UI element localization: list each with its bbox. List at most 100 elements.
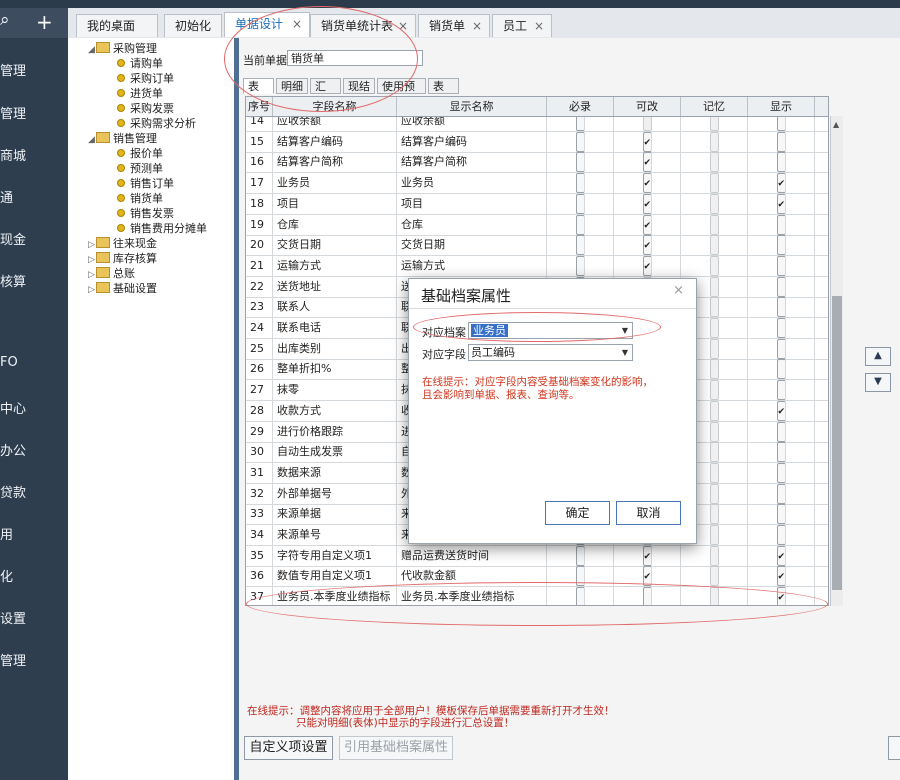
show-checkbox[interactable]: ✔ [776, 545, 786, 566]
mem-checkbox[interactable] [709, 380, 719, 401]
scroll-thumb[interactable] [832, 296, 842, 590]
show-checkbox[interactable] [776, 152, 786, 173]
nav-item[interactable]: 管理 [0, 60, 26, 79]
show-checkbox[interactable] [776, 276, 786, 297]
show-checkbox[interactable] [776, 255, 786, 276]
table-row[interactable]: 19 仓库 仓库 ✔ [246, 214, 828, 236]
column-header[interactable]: 可改 [614, 97, 681, 116]
show-checkbox[interactable]: ✔ [776, 566, 786, 587]
column-header[interactable]: 显示名称 [397, 97, 547, 116]
table-row[interactable]: 16 结算客户简称 结算客户简称 ✔ [246, 152, 828, 174]
req-checkbox[interactable] [575, 214, 585, 235]
field-select[interactable]: 员工编码 ▼ [468, 344, 633, 361]
show-checkbox[interactable] [776, 318, 786, 338]
nav-item[interactable]: 管理 [0, 103, 26, 122]
scroll-up-icon[interactable]: ▲ [833, 120, 839, 129]
show-checkbox[interactable] [776, 483, 786, 504]
close-icon[interactable]: × [534, 15, 544, 37]
move-down-button[interactable]: ▼ [865, 373, 891, 392]
req-checkbox[interactable] [575, 545, 585, 566]
column-header[interactable]: 必录 [547, 97, 614, 116]
tree-item[interactable]: 采购订单 [117, 72, 174, 86]
edit-checkbox[interactable]: ✔ [642, 193, 652, 214]
tree-item[interactable]: 销售订单 [117, 177, 174, 191]
show-checkbox[interactable] [776, 462, 786, 483]
mem-checkbox[interactable] [709, 421, 719, 442]
edit-checkbox[interactable]: ✔ [642, 131, 652, 152]
req-checkbox[interactable] [575, 173, 585, 194]
show-checkbox[interactable] [776, 421, 786, 442]
edge-button[interactable] [888, 736, 900, 760]
ok-button[interactable]: 确定 [545, 501, 610, 525]
tree-item[interactable]: 报价单 [117, 147, 163, 161]
reference-archive-attr-button[interactable]: 引用基础档案属性 [339, 736, 453, 760]
edit-checkbox[interactable]: ✔ [642, 214, 652, 235]
mem-checkbox[interactable] [709, 566, 719, 587]
show-checkbox[interactable] [776, 338, 786, 359]
show-checkbox[interactable] [776, 442, 786, 463]
table-row[interactable]: 20 交货日期 交货日期 ✔ [246, 235, 828, 257]
nav-item[interactable]: 管理 [0, 650, 26, 669]
mem-checkbox[interactable] [709, 318, 719, 338]
show-checkbox[interactable] [776, 235, 786, 256]
expand-icon[interactable]: ▷ [88, 283, 96, 297]
table-row[interactable]: 21 运输方式 运输方式 ✔ [246, 255, 828, 277]
nav-item[interactable]: 商城 [0, 145, 26, 164]
close-icon[interactable]: × [472, 15, 482, 37]
show-checkbox[interactable]: ✔ [776, 173, 786, 194]
mem-checkbox[interactable] [709, 173, 719, 194]
tree-item[interactable]: 销售费用分摊单 [117, 222, 207, 236]
tab-4[interactable]: 销货单 × [418, 14, 490, 37]
close-icon[interactable]: × [673, 283, 684, 298]
mem-checkbox[interactable] [709, 255, 719, 276]
mem-checkbox[interactable] [709, 400, 719, 421]
mem-checkbox[interactable] [709, 276, 719, 297]
table-row[interactable]: 18 项目 项目 ✔ ✔ [246, 193, 828, 215]
expand-icon[interactable]: ▷ [88, 253, 96, 267]
nav-item[interactable]: 核算 [0, 271, 26, 290]
show-checkbox[interactable] [776, 380, 786, 401]
edit-checkbox[interactable]: ✔ [642, 255, 652, 276]
edit-checkbox[interactable]: ✔ [642, 152, 652, 173]
show-checkbox[interactable] [776, 214, 786, 235]
show-checkbox[interactable] [776, 297, 786, 318]
tree-folder[interactable]: ▷ 库存核算 [88, 252, 157, 266]
grid-scrollbar[interactable]: ▲ [830, 116, 843, 606]
mem-checkbox[interactable] [709, 462, 719, 483]
show-checkbox[interactable] [776, 359, 786, 380]
mem-checkbox[interactable] [709, 214, 719, 235]
show-checkbox[interactable]: ✔ [776, 400, 786, 421]
tree-folder-purchase[interactable]: ◢ 采购管理 [88, 42, 157, 56]
edit-checkbox[interactable]: ✔ [642, 545, 652, 566]
mem-checkbox[interactable] [709, 483, 719, 504]
show-checkbox[interactable]: ✔ [776, 193, 786, 214]
mem-checkbox[interactable] [709, 359, 719, 380]
nav-item[interactable]: 设置 [0, 608, 26, 627]
cancel-button[interactable]: 取消 [616, 501, 681, 525]
dropdown-arrow-icon[interactable]: ▼ [622, 345, 628, 360]
search-icon[interactable]: ⌕ [0, 10, 10, 30]
nav-item[interactable]: 中心 [0, 398, 26, 417]
tree-folder[interactable]: ▷ 基础设置 [88, 282, 157, 296]
req-checkbox[interactable] [575, 152, 585, 173]
mem-checkbox[interactable] [709, 545, 719, 566]
collapse-icon[interactable]: ◢ [88, 133, 96, 147]
column-header[interactable]: 记忆 [681, 97, 748, 116]
req-checkbox[interactable] [575, 131, 585, 152]
move-up-button[interactable]: ▲ [865, 347, 891, 366]
req-checkbox[interactable] [575, 255, 585, 276]
mem-checkbox[interactable] [709, 235, 719, 256]
tree-item[interactable]: 销货单 [117, 192, 163, 206]
req-checkbox[interactable] [575, 193, 585, 214]
mem-checkbox[interactable] [709, 152, 719, 173]
expand-icon[interactable]: ▷ [88, 268, 96, 282]
nav-item[interactable]: 化 [0, 566, 13, 585]
mem-checkbox[interactable] [709, 131, 719, 152]
tab-1[interactable]: 初始化号 [164, 14, 222, 55]
add-icon[interactable]: + [36, 10, 53, 34]
show-checkbox[interactable] [776, 131, 786, 152]
mem-checkbox[interactable] [709, 193, 719, 214]
show-checkbox[interactable] [776, 504, 786, 525]
mem-checkbox[interactable] [709, 338, 719, 359]
nav-item[interactable]: 办公 [0, 440, 26, 459]
